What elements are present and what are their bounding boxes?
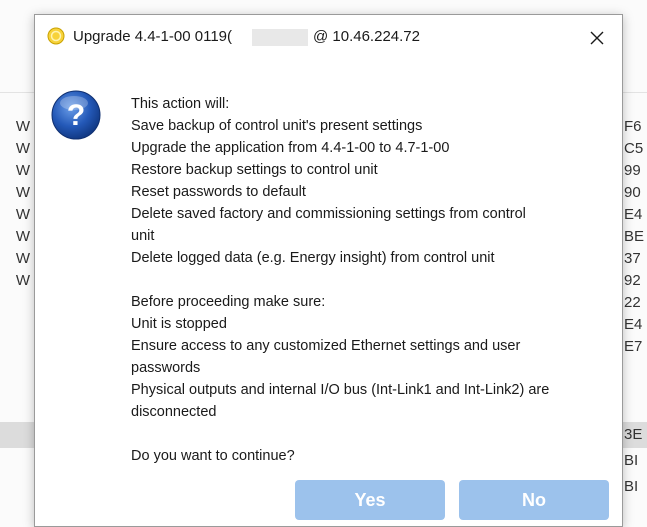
background-cell: 99 [624, 162, 641, 179]
background-cell: W [15, 250, 30, 267]
message-line: Before proceeding make sure: [131, 294, 326, 310]
background-cell: BI [624, 478, 639, 495]
message-line: Reset passwords to default [131, 184, 306, 200]
message-line: Physical outputs and internal I/O bus (I… [131, 382, 550, 398]
background-left-column: W W W W W W W W [0, 0, 34, 527]
background-cell: W [15, 184, 30, 201]
background-cell: E4 [624, 316, 643, 333]
background-cell: BI [624, 452, 639, 469]
background-cell: W [15, 228, 30, 245]
background-cell: W [15, 206, 30, 223]
question-icon: ? [50, 89, 102, 141]
message-line: disconnected [131, 404, 217, 420]
background-cell: BE [624, 228, 645, 245]
redacted-region [252, 29, 308, 46]
no-button[interactable]: No [459, 480, 609, 520]
message-line: Delete logged data (e.g. Energy insight)… [131, 250, 495, 266]
background-cell: W [15, 140, 30, 157]
upgrade-icon [47, 27, 65, 45]
background-cell: E4 [624, 206, 643, 223]
message-line: This action will: [131, 96, 230, 112]
background-cell: 3E [624, 426, 643, 443]
background-cell: W [15, 272, 30, 289]
dialog-title-address: @ 10.46.224.72 [313, 28, 420, 45]
background-cell: 90 [624, 184, 641, 201]
background-right-column: F6 C5 99 90 E4 BE 37 92 22 E4 E7 3E BI B… [623, 0, 647, 527]
background-cell: E7 [624, 338, 643, 355]
message-line: unit [131, 228, 155, 244]
message-spacer [131, 269, 611, 291]
message-line: Upgrade the application from 4.4-1-00 to… [131, 140, 450, 156]
background-cell: 92 [624, 272, 641, 289]
background-cell: 37 [624, 250, 641, 267]
close-icon [590, 31, 604, 45]
message-line: Unit is stopped [131, 316, 227, 332]
message-line: Restore backup settings to control unit [131, 162, 378, 178]
message-line: Save backup of control unit's present se… [131, 118, 423, 134]
dialog-title: Upgrade 4.4-1-00 0119( [73, 28, 232, 45]
dialog-message: This action will: Save backup of control… [131, 93, 611, 467]
background-cell: 22 [624, 294, 641, 311]
message-spacer [131, 423, 611, 445]
dialog-titlebar[interactable]: Upgrade 4.4-1-00 0119( @ 10.46.224.72 [35, 15, 622, 59]
close-button[interactable] [582, 23, 612, 53]
background-cell: C5 [624, 140, 644, 157]
yes-button[interactable]: Yes [295, 480, 445, 520]
message-question: Do you want to continue? [131, 448, 295, 464]
message-line: Delete saved factory and commissioning s… [131, 206, 526, 222]
upgrade-dialog: Upgrade 4.4-1-00 0119( @ 10.46.224.72 ? … [34, 14, 623, 527]
svg-text:?: ? [67, 99, 85, 132]
message-line: passwords [131, 360, 201, 376]
message-line: Ensure access to any customized Ethernet… [131, 338, 521, 354]
background-cell: F6 [624, 118, 642, 135]
background-cell: W [15, 162, 30, 179]
background-cell: W [15, 118, 30, 135]
